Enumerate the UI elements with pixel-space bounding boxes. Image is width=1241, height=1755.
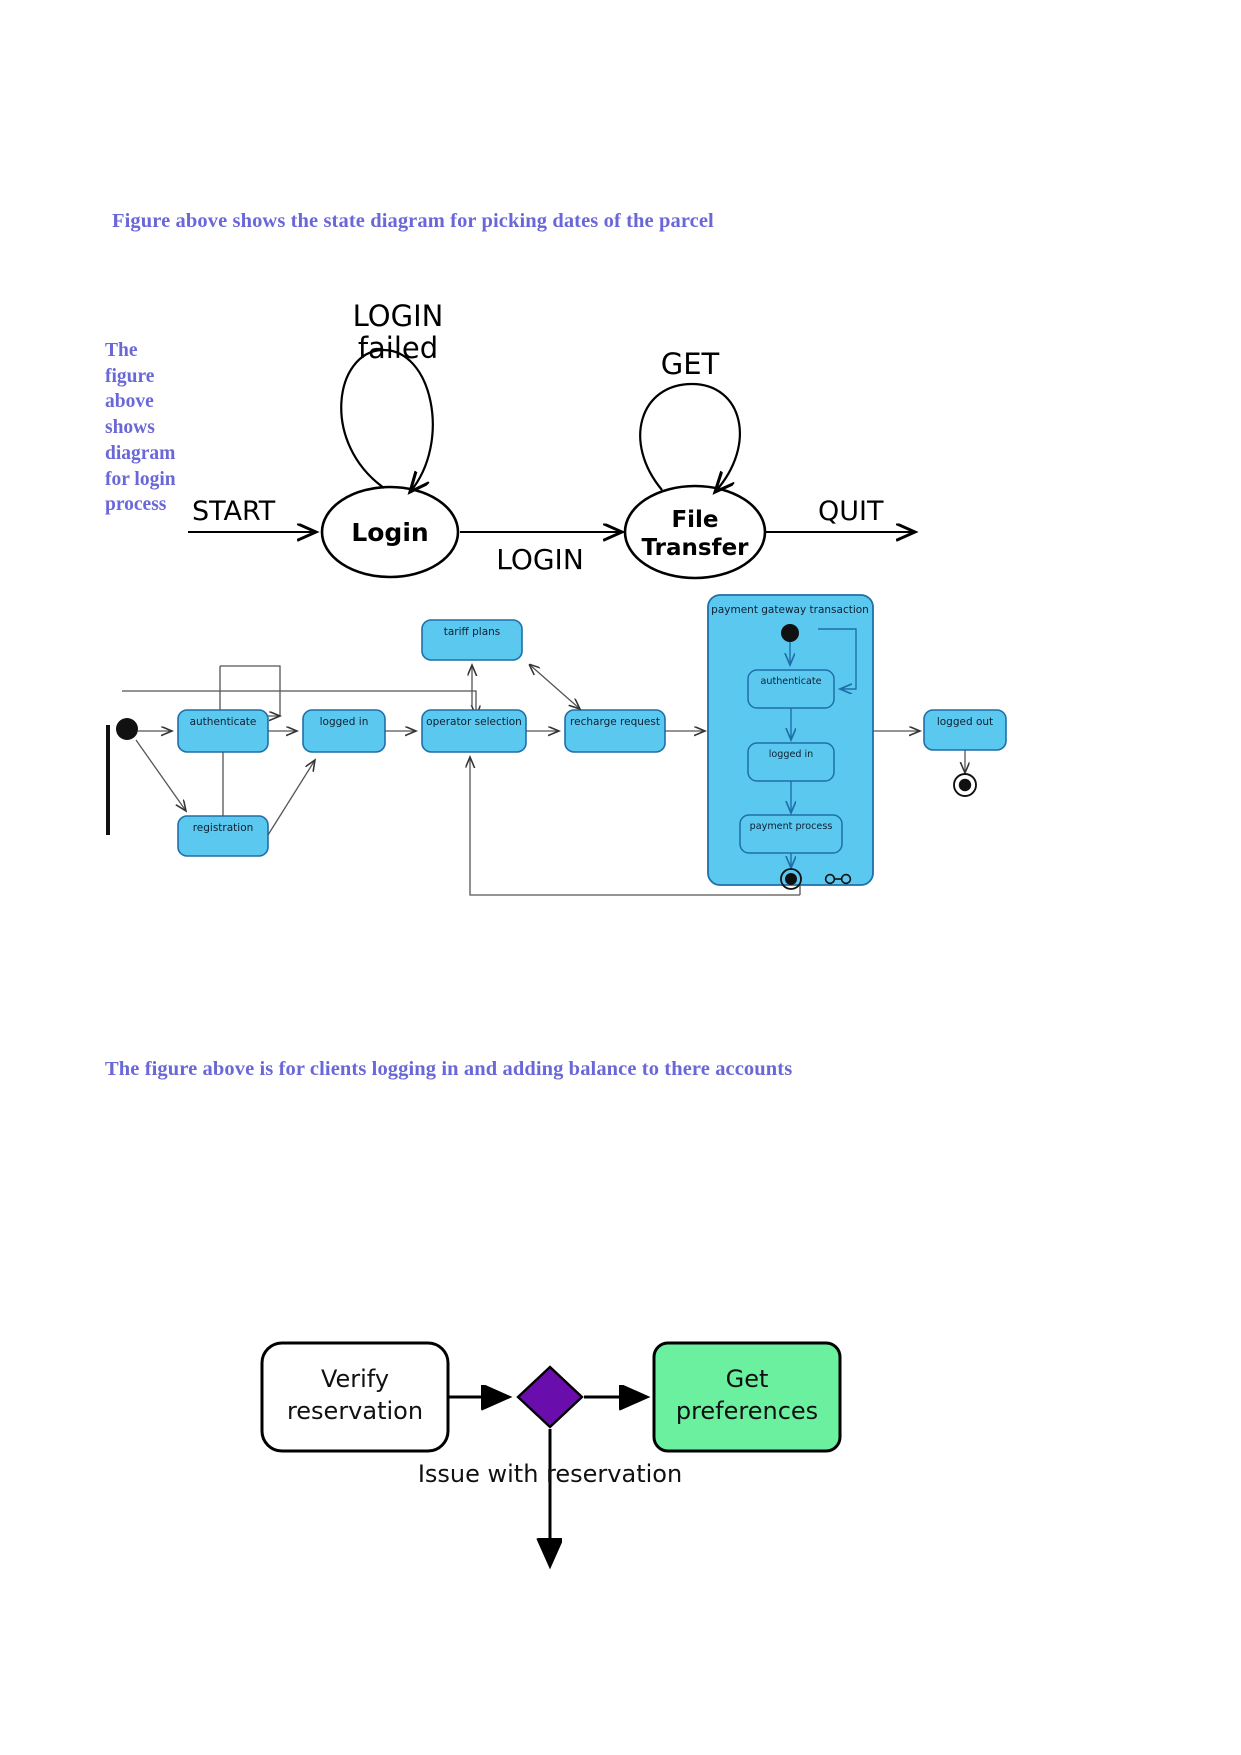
label-quit: QUIT [818, 496, 884, 527]
node-operator-selection-label: operator selection [426, 716, 522, 728]
node-pg-payment-process-label: payment process [750, 821, 833, 832]
node-decision-diamond[interactable] [516, 1365, 584, 1429]
group-payment-gateway-title: payment gateway transaction [711, 604, 869, 616]
label-login-failed-line2: failed [358, 331, 438, 365]
node-recharge-request-label: recharge request [570, 716, 660, 728]
node-get-preferences-label-line2: preferences [676, 1397, 818, 1425]
label-get: GET [661, 347, 720, 381]
node-logged-in-label: logged in [320, 716, 369, 728]
state-file-transfer-label-line2: Transfer [641, 535, 749, 561]
initial-state-dot [116, 718, 138, 740]
label-login-failed-line1: LOGIN [353, 299, 444, 333]
node-verify-reservation-label-line2: reservation [287, 1397, 423, 1425]
node-logged-out-label: logged out [937, 716, 993, 728]
final-state-dot-payment [785, 873, 797, 885]
recharge-activity-diagram: authenticate registration logged in tari… [100, 585, 1100, 945]
document-page: Figure above shows the state diagram for… [0, 0, 1241, 1754]
ftp-state-diagram: START Login LOGIN failed LOGIN File Tran… [170, 292, 930, 582]
node-pg-logged-in-label: logged in [769, 749, 814, 760]
state-login-label: Login [351, 518, 428, 547]
swimlane-bar [106, 725, 110, 835]
caption-top: Figure above shows the state diagram for… [112, 210, 714, 232]
node-registration-label: registration [193, 822, 254, 834]
label-login: LOGIN [496, 543, 584, 576]
final-state-dot [958, 778, 972, 792]
edge-issue-with-reservation-label: Issue with reservation [418, 1460, 682, 1488]
node-get-preferences-label-line1: Get [726, 1365, 769, 1393]
label-start: START [192, 496, 276, 527]
node-pg-authenticate-label: authenticate [760, 676, 821, 687]
caption-bottom: The figure above is for clients logging … [105, 1058, 793, 1080]
node-verify-reservation-label-line1: Verify [321, 1365, 389, 1393]
reservation-diagram: Verify reservation Get preferences Issue… [250, 1335, 950, 1755]
initial-state-dot-payment [781, 624, 799, 642]
state-file-transfer-label-line1: File [671, 507, 718, 533]
node-tariff-plans-label: tariff plans [444, 626, 501, 638]
node-authenticate-label: authenticate [190, 716, 257, 728]
